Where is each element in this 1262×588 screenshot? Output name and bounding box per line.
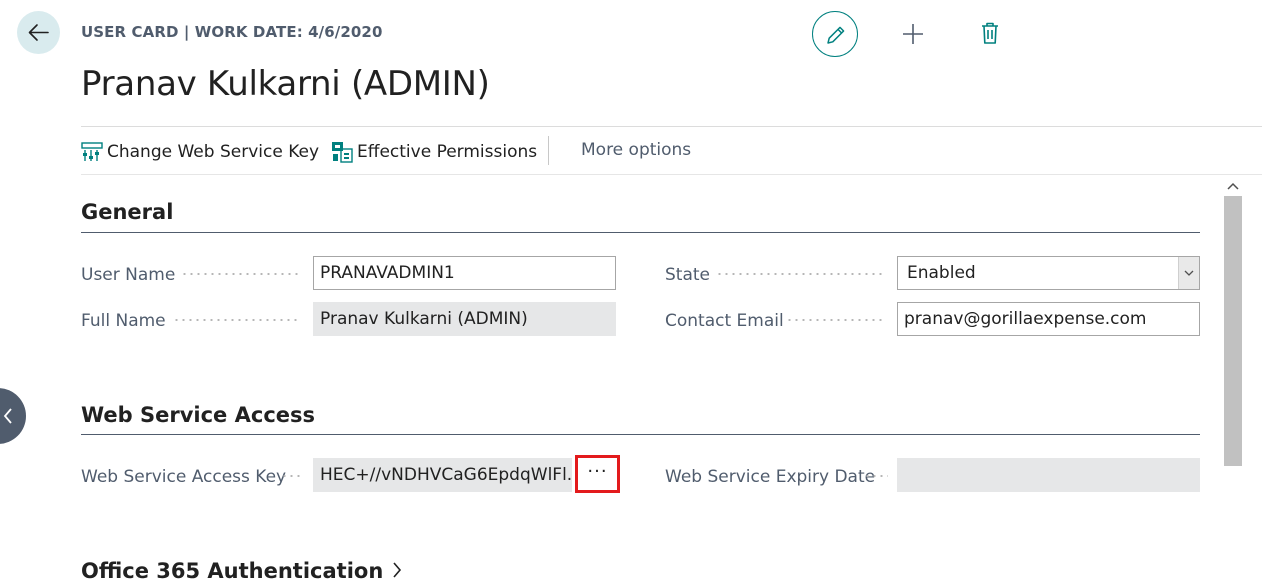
change-web-service-key-label: Change Web Service Key: [107, 142, 320, 162]
section-rule-general: [81, 232, 1200, 233]
user-name-label: User Name: [81, 265, 176, 285]
action-bar-divider-bottom: [81, 174, 1262, 175]
user-name-field[interactable]: PRANAVADMIN1: [313, 256, 616, 290]
side-panel-toggle[interactable]: [0, 388, 26, 444]
section-title-general: General: [81, 200, 174, 224]
access-key-assist-button[interactable]: ···: [575, 455, 620, 493]
full-name-field: Pranav Kulkarni (ADMIN): [313, 302, 616, 336]
action-bar-separator: [548, 136, 549, 165]
permissions-icon: [331, 141, 353, 163]
expiry-date-leader-dots: [864, 475, 888, 477]
full-name-leader-dots: [173, 319, 301, 321]
plus-icon: [903, 24, 923, 44]
web-service-expiry-date-label: Web Service Expiry Date: [665, 467, 876, 487]
add-button[interactable]: [901, 22, 925, 50]
state-leader-dots: [716, 273, 886, 275]
state-select[interactable]: Enabled: [897, 256, 1200, 290]
back-button[interactable]: [17, 11, 60, 54]
section-title-web-service-access: Web Service Access: [81, 403, 316, 427]
section-title-office-365[interactable]: Office 365 Authentication: [81, 559, 403, 583]
scroll-up-button[interactable]: [1224, 178, 1242, 194]
web-service-expiry-date-field: [897, 458, 1200, 492]
web-service-access-key-field: HEC+//vNDHVCaG6EpdqWlFl...: [313, 458, 572, 492]
pencil-icon: [827, 26, 845, 44]
state-selected-value: Enabled: [907, 263, 976, 283]
effective-permissions-action[interactable]: Effective Permissions: [331, 140, 537, 164]
page-caption: USER CARD | WORK DATE: 4/6/2020: [81, 23, 383, 41]
page-title: Pranav Kulkarni (ADMIN): [81, 64, 490, 104]
office-365-title-text: Office 365 Authentication: [81, 559, 384, 583]
trash-icon: [982, 22, 998, 44]
key-settings-icon: [81, 141, 103, 163]
contact-email-leader-dots: [786, 319, 886, 321]
contact-email-field[interactable]: pranav@gorillaexpense.com: [897, 302, 1200, 336]
full-name-label: Full Name: [81, 311, 166, 331]
chevron-right-icon: [392, 562, 401, 578]
web-service-access-key-label: Web Service Access Key: [81, 467, 287, 487]
section-rule-web-service: [81, 434, 1200, 435]
effective-permissions-label: Effective Permissions: [357, 142, 538, 162]
state-label: State: [665, 265, 710, 285]
access-key-leader-dots: [281, 475, 303, 477]
chevron-down-icon: [1184, 270, 1194, 276]
action-bar-divider-top: [81, 126, 1262, 127]
change-web-service-key-action[interactable]: Change Web Service Key: [81, 140, 319, 164]
user-name-leader-dots: [181, 273, 301, 275]
chevron-up-icon: [1227, 182, 1239, 190]
state-dropdown-arrow[interactable]: [1178, 257, 1199, 289]
arrow-left-icon: [28, 24, 49, 41]
contact-email-label: Contact Email: [665, 311, 784, 331]
edit-button[interactable]: [812, 11, 858, 57]
scrollbar-thumb[interactable]: [1224, 196, 1242, 466]
chevron-left-icon: [3, 408, 12, 424]
delete-button[interactable]: [980, 21, 1000, 49]
more-options-button[interactable]: More options: [581, 140, 691, 160]
